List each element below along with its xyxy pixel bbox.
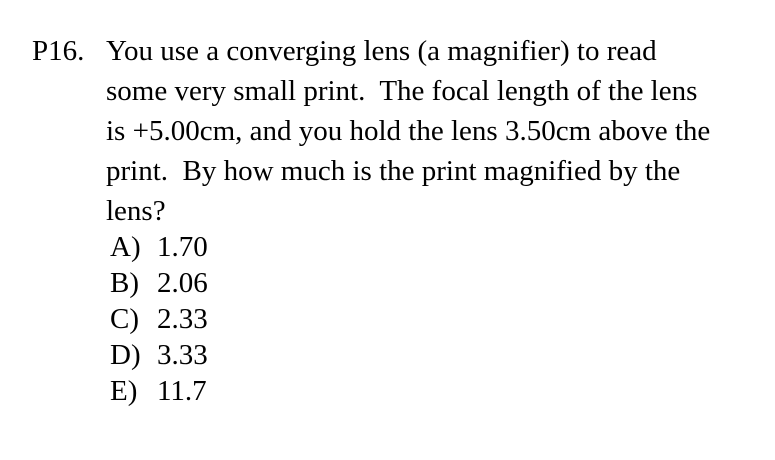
choice-e: E) 11.7 (110, 373, 410, 409)
choice-letter: A) (110, 231, 141, 263)
question-text: You use a converging lens (a magnifier) … (106, 31, 775, 231)
problem-number: P16. (32, 35, 85, 67)
choice-value: 11.7 (157, 375, 207, 407)
choice-value: 3.33 (157, 339, 208, 371)
question-line: some very small print. The focal length … (106, 75, 698, 107)
choice-value: 2.33 (157, 303, 208, 335)
choice-d: D) 3.33 (110, 337, 410, 373)
question-line: print. By how much is the print magnifie… (106, 155, 681, 187)
question-line: is +5.00cm, and you hold the lens 3.50cm… (106, 115, 711, 147)
choice-value: 2.06 (157, 267, 208, 299)
question-line: lens? (106, 195, 166, 227)
question-line: You use a converging lens (a magnifier) … (106, 35, 657, 67)
choice-b: B) 2.06 (110, 265, 410, 301)
choice-a: A) 1.70 (110, 229, 410, 265)
choice-letter: E) (110, 375, 138, 407)
choice-letter: B) (110, 267, 139, 299)
choice-letter: D) (110, 339, 141, 371)
choice-c: C) 2.33 (110, 301, 410, 337)
problem-block: P16. You use a converging lens (a magnif… (0, 0, 775, 460)
choice-letter: C) (110, 303, 139, 335)
choice-value: 1.70 (157, 231, 208, 263)
answer-choices: A) 1.70 B) 2.06 C) 2.33 D) 3.33 E) 11.7 (110, 229, 410, 409)
